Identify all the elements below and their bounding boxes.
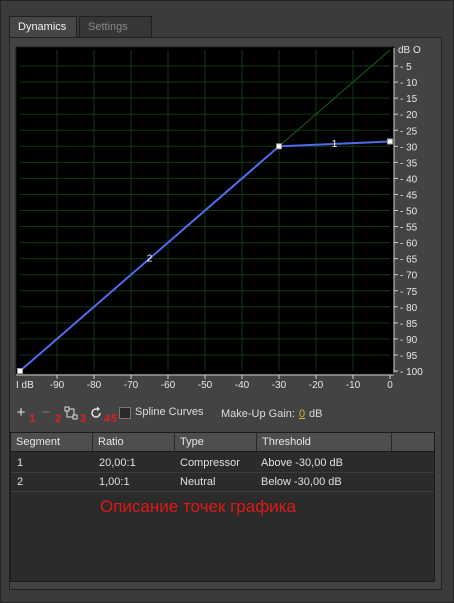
segment-label: 1 [332,139,338,150]
plus-icon: + [16,404,26,421]
x-tick-label: -20 [309,380,324,391]
y-tick-label: - 5 [400,62,412,73]
marker-3: 3 [80,413,87,425]
y-tick-label: - 80 [400,303,418,314]
y-tick-label: - 95 [400,351,418,362]
curve-node[interactable] [276,143,282,150]
makeup-gain-unit: dB [309,408,323,420]
y-axis-unit-label: dB O [398,45,421,56]
y-tick-label: - 65 [400,255,418,266]
add-point-button[interactable]: + [12,404,30,422]
y-tick-label: - 100 [400,367,423,378]
column-type[interactable]: Type [175,433,257,451]
y-tick-label: - 10 [400,78,418,89]
segment-label: 2 [147,254,153,265]
threshold-cell: Above -30,00 dB [261,457,343,469]
spline-curves-label: Spline Curves [135,406,204,418]
y-tick-label: - 40 [400,174,418,185]
curve-node[interactable] [387,138,393,145]
y-tick-label: - 25 [400,126,418,137]
marker-2: 2 [55,413,62,425]
threshold-cell: Below -30,00 dB [261,476,342,488]
curve-node[interactable] [17,368,23,374]
x-tick-label: -10 [346,380,361,391]
y-tick-label: - 60 [400,239,418,250]
x-tick-label: -40 [235,380,250,391]
y-tick-label: - 35 [400,158,418,169]
x-tick-label: -60 [161,380,176,391]
annotation-caption: Описание точек графика [100,497,296,516]
reset-button[interactable] [87,404,105,422]
y-tick-label: - 85 [400,319,418,330]
x-tick-label: -50 [198,380,213,391]
x-tick-label: 0 [387,380,393,391]
y-tick-label: - 30 [400,142,418,153]
x-tick-label: -80 [87,380,102,391]
makeup-gain-value[interactable]: 0 [299,408,305,420]
dynamics-graph[interactable]: 1 2 dB O - 5 - 10 - 15 - 20 - 25 - 30 - 35 - 40 - 4… [0,0,454,400]
y-tick-label: - 75 [400,287,418,298]
y-tick-label: - 20 [400,110,418,121]
makeup-gain-label: Make-Up Gain: [221,408,295,420]
link-nodes-button[interactable] [62,404,80,422]
y-tick-label: - 90 [400,335,418,346]
spline-curves-checkbox[interactable] [119,407,131,419]
segment-cell: 2 [17,476,24,488]
column-threshold[interactable]: Threshold [257,433,392,451]
y-tick-label: - 50 [400,207,418,218]
x-tick-label: -70 [124,380,139,391]
y-tick-label: - 55 [400,223,418,234]
y-tick-label: - 70 [400,271,418,282]
remove-point-button[interactable]: − [37,404,55,422]
reset-icon [91,406,101,418]
ratio-cell: 1,00:1 [99,476,130,488]
link-nodes-icon [64,406,78,420]
ratio-cell: 20,00:1 [99,457,136,469]
type-cell: Neutral [180,476,216,488]
x-tick-label: -90 [50,380,65,391]
graph-toolbar: + 1 − 2 3 4 5 Spline Curves Make-Up Gain… [10,404,440,425]
type-cell: Compressor [180,457,240,469]
x-tick-label: -30 [272,380,287,391]
table-row[interactable]: 2 1,00:1 Neutral Below -30,00 dB [11,474,434,492]
table-row[interactable]: 1 20,00:1 Compressor Above -30,00 dB [11,455,434,473]
column-segment[interactable]: Segment [11,433,93,451]
segment-cell: 1 [17,457,24,469]
y-tick-label: - 45 [400,190,418,201]
minus-icon: − [41,404,51,421]
x-axis-unit-label: I dB [16,380,34,391]
table-header: Segment Ratio Type Threshold [11,433,434,452]
marker-4: 4 [104,413,111,425]
y-tick-label: - 15 [400,94,418,105]
marker-1: 1 [29,413,36,425]
marker-5: 5 [111,413,118,425]
column-ratio[interactable]: Ratio [93,433,175,451]
